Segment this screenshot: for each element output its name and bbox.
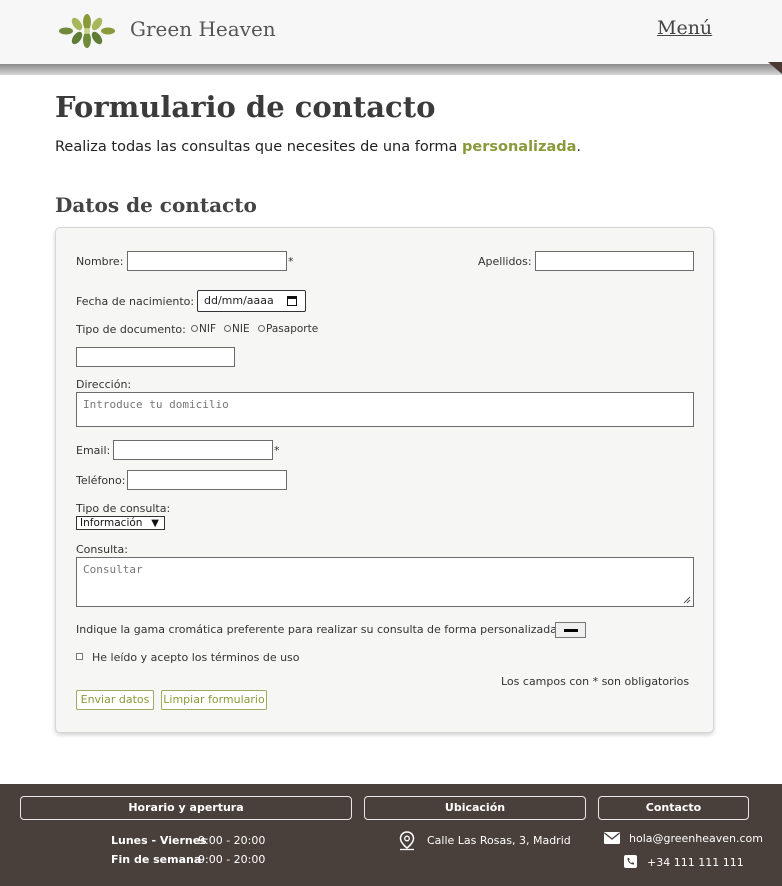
reset-button[interactable]: Limpiar formulario [161,690,267,710]
terms-label: He leído y acepto los términos de uso [92,651,300,664]
nombre-input[interactable] [127,251,287,271]
weekend-label: Fin de semana [111,853,202,866]
weekday-hours: 9:00 - 20:00 [198,834,266,847]
site-footer: Horario y apertura Ubicación Contacto Lu… [0,784,782,886]
tipo-consulta-label: Tipo de consulta: [76,502,171,515]
required-note: Los campos con * son obligatorios [501,675,690,688]
telefono-input[interactable] [127,470,287,490]
calendar-icon[interactable] [287,296,297,306]
envelope-icon [604,832,620,844]
color-picker[interactable] [555,622,586,638]
radio-pasaporte-label: Pasaporte [266,323,319,335]
weekend-hours: 9:00 - 20:00 [198,853,266,866]
section-title: Datos de contacto [55,193,257,217]
phone-icon [624,855,637,868]
email-label: Email: [76,444,111,457]
footer-phone[interactable]: +34 111 111 111 [647,856,744,869]
radio-nie-circle[interactable] [224,325,231,332]
page-title: Formulario de contacto [55,90,436,124]
email-input[interactable] [113,440,273,460]
tipo-consulta-value: Información [80,517,143,529]
footer-location-title: Ubicación [364,796,586,820]
radio-pasaporte-circle[interactable] [258,325,265,332]
direccion-textarea[interactable]: Introduce tu domicilio [76,392,694,427]
nombre-label: Nombre: [76,255,124,268]
radio-nif-circle[interactable] [191,325,198,332]
footer-hours-title: Horario y apertura [20,796,352,820]
color-swatch [564,629,578,632]
fecha-label: Fecha de nacimiento: [76,295,195,308]
footer-contact-title: Contacto [598,796,749,820]
documento-input[interactable] [76,347,235,367]
fecha-value: dd/mm/aaaa [204,294,274,307]
apellidos-input[interactable] [535,251,694,271]
radio-nif[interactable]: NIF [191,323,216,335]
email-required-mark: * [274,444,280,457]
intro-text-end: . [576,139,582,155]
weekday-label: Lunes - Viernes [111,834,207,847]
consulta-textarea[interactable]: Consultar [76,557,694,607]
apellidos-label: Apellidos: [478,255,532,268]
radio-pasaporte[interactable]: Pasaporte [258,323,318,335]
terms-checkbox[interactable] [76,653,83,660]
tipo-consulta-select[interactable]: Información ▼ [76,516,165,530]
nombre-required-mark: * [288,255,294,268]
footer-email[interactable]: hola@greenheaven.com [629,832,763,845]
intro-highlight: personalizada [462,139,577,155]
telefono-label: Teléfono: [76,474,126,487]
brand-name: Green Heaven [130,17,276,41]
consulta-placeholder: Consultar [83,563,143,576]
radio-nie[interactable]: NIE [224,323,250,335]
menu-link[interactable]: Menú [657,17,712,39]
footer-address: Calle Las Rosas, 3, Madrid [427,834,571,847]
consulta-label: Consulta: [76,543,128,556]
direccion-label: Dirección: [76,378,132,391]
fecha-input[interactable]: dd/mm/aaaa [197,290,306,312]
radio-nie-label: NIE [232,323,250,335]
tipo-documento-label: Tipo de documento: [76,323,186,336]
contact-form: Nombre: * Apellidos: Fecha de nacimiento… [55,227,714,733]
chevron-down-icon: ▼ [151,518,159,529]
header-divider [0,64,782,75]
leaf-logo-icon[interactable] [55,12,119,50]
color-label: Indique la gama cromática preferente par… [76,623,561,636]
radio-nif-label: NIF [199,323,216,335]
submit-button[interactable]: Enviar datos [76,690,154,710]
intro-text-start: Realiza todas las consultas que necesite… [55,139,463,155]
intro-text: Realiza todas las consultas que necesite… [55,139,581,155]
resize-handle-icon[interactable] [683,596,691,604]
site-header: Green Heaven Menú [0,0,782,64]
location-pin-icon [399,831,415,851]
